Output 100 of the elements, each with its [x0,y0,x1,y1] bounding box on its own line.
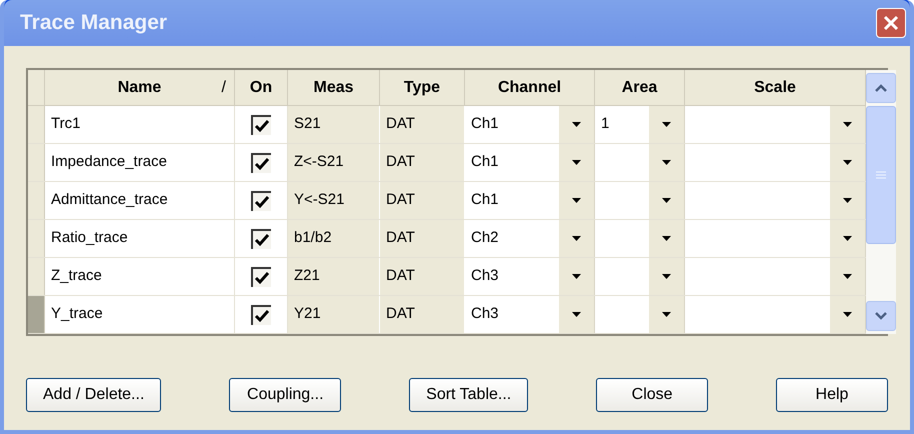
table-cell: Impedance_trace [45,144,235,181]
checkbox[interactable] [251,152,271,172]
close-icon [883,15,899,31]
caret-icon [843,160,852,165]
table-cell: Z<-S21 [288,144,380,181]
caret-icon [843,312,852,317]
scroll-up-button[interactable] [866,73,896,103]
row-header[interactable] [28,106,45,143]
dropdown-button[interactable] [558,144,594,181]
table-cell: Z21 [288,258,380,295]
dialog-button[interactable]: Add / Delete... [26,378,162,412]
checkbox[interactable] [251,266,271,286]
table-cell: DAT [380,144,465,181]
dropdown-button[interactable] [829,182,865,219]
table-cell: Y<-S21 [288,182,380,219]
dropdown-button[interactable] [558,220,594,257]
caret-icon [662,236,671,241]
column-header[interactable]: Channel [465,70,595,105]
dropdown-button[interactable] [648,106,684,143]
dropdown-value: Ch3 [471,266,499,286]
dropdown-button[interactable] [648,144,684,181]
dropdown-button[interactable] [558,296,594,333]
dropdown-button[interactable] [648,220,684,257]
check-icon [254,194,270,208]
dropdown-button[interactable] [648,296,684,333]
table-cell: DAT [380,258,465,295]
table-row[interactable]: Y_trace Y21 DAT Ch3 [28,296,866,334]
check-icon [254,118,270,132]
caret-icon [843,198,852,203]
caret-icon [662,198,671,203]
table-cell: Z_trace [45,258,235,295]
row-header[interactable] [28,296,45,333]
chevron-up-icon [875,84,887,92]
caret-icon [572,122,581,127]
check-icon [254,308,270,322]
table-row[interactable]: Ratio_trace b1/b2 DAT Ch2 [28,220,866,258]
dropdown-value: 1 [601,114,610,134]
table-row[interactable]: Impedance_trace Z<-S21 DAT Ch1 [28,144,866,182]
table-row[interactable]: Z_trace Z21 DAT Ch3 [28,258,866,296]
caret-icon [843,122,852,127]
check-icon [254,270,270,284]
dialog-button[interactable]: Close [596,378,708,412]
dialog-button[interactable]: Coupling... [229,378,342,412]
caret-icon [572,198,581,203]
column-header[interactable]: Area [595,70,685,105]
table-cell: Trc1 [45,106,235,143]
dialog-button[interactable]: Help [776,378,888,412]
table-cell: Y21 [288,296,380,333]
dropdown-button[interactable] [829,220,865,257]
caret-icon [662,122,671,127]
scroll-thumb[interactable] [866,106,896,244]
column-header[interactable]: On [235,70,288,105]
caret-icon [843,274,852,279]
checkbox[interactable] [251,304,271,324]
table-cell: DAT [380,182,465,219]
table-cell: Ratio_trace [45,220,235,257]
scroll-down-button[interactable] [866,301,896,331]
check-icon [254,156,270,170]
check-icon [254,232,270,246]
sort-indicator: / [222,78,226,98]
checkbox[interactable] [251,190,271,210]
table-cell: DAT [380,296,465,333]
checkbox[interactable] [251,114,271,134]
dropdown-button[interactable] [829,144,865,181]
dropdown-value: Ch1 [471,114,499,134]
row-header[interactable] [28,220,45,257]
caret-icon [662,160,671,165]
column-header[interactable]: Name / [45,70,235,105]
close-button[interactable] [876,8,906,38]
dropdown-button[interactable] [648,258,684,295]
table-cell: S21 [288,106,380,143]
table-cell: DAT [380,106,465,143]
grip-icon [876,171,886,179]
row-header[interactable] [28,182,45,219]
row-header[interactable] [28,258,45,295]
dropdown-value: Ch2 [471,228,499,248]
caret-icon [572,274,581,279]
dropdown-button[interactable] [558,258,594,295]
table-cell: DAT [380,220,465,257]
dropdown-button[interactable] [558,106,594,143]
caret-icon [572,312,581,317]
row-header[interactable] [28,144,45,181]
caret-icon [572,160,581,165]
dropdown-button[interactable] [829,258,865,295]
dialog-button[interactable]: Sort Table... [409,378,528,412]
column-header[interactable]: Type [380,70,465,105]
dropdown-value: Ch1 [471,190,499,210]
column-header[interactable]: Meas [288,70,380,105]
dropdown-button[interactable] [558,182,594,219]
dropdown-button[interactable] [648,182,684,219]
dropdown-value: Ch1 [471,152,499,172]
table-row[interactable]: Admittance_trace Y<-S21 DAT Ch1 [28,182,866,220]
caret-icon [572,236,581,241]
chevron-down-icon [875,312,887,320]
caret-icon [662,312,671,317]
dropdown-value: Ch3 [471,304,499,324]
table-cell: b1/b2 [288,220,380,257]
checkbox[interactable] [251,228,271,248]
scrollbar[interactable] [866,70,896,334]
table-row[interactable]: Trc1 S21 DAT Ch1 1 [28,106,866,144]
